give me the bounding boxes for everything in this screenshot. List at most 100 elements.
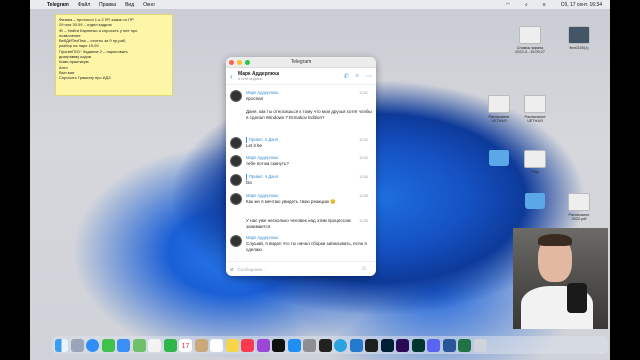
message-time: 12:56	[359, 219, 368, 223]
podcasts-icon[interactable]	[256, 338, 270, 352]
desktop-file-screenshot[interactable]: Снимок экрана 2022-0...15.09.27	[513, 26, 547, 54]
contacts-icon[interactable]	[194, 338, 208, 352]
mail-icon[interactable]	[117, 338, 130, 352]
desktop-file-schedule[interactable]: Расписание ЧЁТНАЯ	[518, 95, 552, 123]
menu-view[interactable]: Вид	[125, 2, 134, 8]
message-time: 12:55	[359, 194, 368, 198]
phone-icon[interactable]: ✆	[344, 73, 349, 80]
desktop-file-play[interactable]: Play	[518, 150, 552, 174]
desktop-folder[interactable]	[482, 150, 516, 168]
discord-icon[interactable]	[427, 338, 440, 352]
desktop-file-schedule[interactable]: Расписание ЧЕТНАЯ	[482, 95, 516, 123]
avatar[interactable]	[230, 137, 242, 149]
attach-icon[interactable]: ⌀	[230, 266, 234, 273]
reminders-icon[interactable]	[210, 338, 223, 352]
message[interactable]: Привет, я Даня Da 12:54	[230, 174, 372, 186]
desktop-icon-label: Расписание 2022.pdf	[568, 213, 590, 221]
menu-app-name[interactable]: Telegram	[47, 2, 69, 8]
vscode-icon[interactable]	[349, 338, 363, 352]
app-store-icon[interactable]	[287, 338, 301, 352]
desktop-icon-label: Расписание ЧЁТНАЯ	[524, 115, 546, 123]
finder-icon[interactable]	[55, 338, 68, 352]
message-text: Da	[246, 180, 252, 185]
avatar[interactable]	[230, 235, 242, 247]
chat-status: в сети недавно	[238, 77, 263, 81]
premiere-icon[interactable]	[396, 338, 409, 352]
message-time: 12:53	[359, 138, 368, 142]
excel-icon[interactable]	[458, 338, 471, 352]
calendar-icon[interactable]: 17	[179, 338, 192, 352]
window-titlebar[interactable]: Telegram	[226, 57, 376, 68]
search-icon[interactable]: ⌕	[525, 2, 528, 8]
photos-icon[interactable]	[148, 338, 161, 352]
terminal-icon[interactable]	[318, 338, 332, 352]
message-text: Слушай, я видел что ты начал сборки запи…	[246, 241, 367, 252]
pdf-file-icon	[568, 193, 590, 211]
message-input[interactable]: Сообщение...	[238, 267, 361, 272]
launchpad-icon[interactable]	[70, 338, 84, 352]
message-time: 12:51	[359, 91, 368, 95]
sticky-note[interactable]: Физика – протокол 1 и 2 ЛР, какие-то ПР …	[55, 14, 173, 96]
audition-icon[interactable]	[411, 338, 425, 352]
message[interactable]: Марк Аддерлюш проспал 12:51	[230, 90, 372, 102]
message[interactable]: Марк Аддерлюш тебе потом скинуть? 12:53	[230, 155, 372, 167]
image-file-icon	[568, 26, 590, 44]
folder-icon	[489, 150, 509, 166]
control-center-icon[interactable]: ≡	[543, 2, 546, 8]
tv-icon[interactable]	[272, 338, 285, 352]
avatar[interactable]	[230, 155, 242, 167]
menu-clock[interactable]: Сб, 17 сент. 16:34	[561, 2, 602, 8]
sticky-line: Спросить Гришину про ИДЗ	[59, 75, 111, 81]
message-text: проспал	[246, 96, 264, 101]
chat-header: ‹ Марк Аддерлюш в сети недавно ✆ ⌕ ⋯	[226, 68, 376, 85]
dock: 17	[52, 336, 608, 354]
more-icon[interactable]: ⋯	[366, 73, 372, 80]
maps-icon[interactable]	[132, 338, 146, 352]
document-icon	[488, 95, 510, 113]
folder-icon	[525, 193, 545, 209]
message[interactable]: Марк Аддерлюш Слушай, я видел что ты нач…	[230, 235, 372, 253]
search-icon[interactable]: ⌕	[356, 73, 359, 80]
music-icon[interactable]	[241, 338, 254, 352]
message[interactable]: Даня, как ты относишься к тому что мои д…	[230, 109, 372, 121]
message-time: 12:53	[359, 156, 368, 160]
message[interactable]: Привет, я Даня Let it be 12:53	[230, 137, 372, 149]
menu-file[interactable]: Файл	[78, 2, 90, 8]
avatar[interactable]	[230, 193, 242, 205]
window-title: Telegram	[290, 59, 312, 65]
message[interactable]: Марк Аддерлюш Как же я мечтаю увидеть тв…	[230, 193, 372, 205]
emoji-icon[interactable]: ☺	[361, 266, 367, 272]
message-text: Let it be	[246, 143, 263, 148]
messages-icon[interactable]	[101, 338, 115, 352]
desktop-icon-label: Снимок экрана 2022-0...15.09.27	[515, 46, 545, 54]
avatar[interactable]	[230, 174, 242, 186]
desktop-file-flex[interactable]: flex0150(1)	[562, 26, 596, 50]
message-text: Как же я мечтаю увидеть твою реакцию 😊	[246, 199, 336, 204]
message-text: У нас уже несколько человек над этим про…	[246, 218, 351, 229]
notes-icon[interactable]	[225, 338, 239, 352]
safari-icon[interactable]	[86, 338, 99, 352]
avatar[interactable]	[230, 90, 242, 102]
photoshop-icon[interactable]	[380, 338, 394, 352]
desktop-folder[interactable]	[518, 193, 552, 211]
word-icon[interactable]	[442, 338, 456, 352]
system-preferences-icon[interactable]	[303, 338, 316, 352]
back-icon[interactable]: ‹	[230, 72, 238, 81]
message-list[interactable]: Марк Аддерлюш проспал 12:51 Даня, как ты…	[226, 85, 376, 256]
microphone	[567, 283, 587, 313]
message[interactable]: У нас уже несколько человек над этим про…	[230, 218, 372, 230]
message-time: 12:53	[359, 110, 368, 114]
facetime-icon[interactable]	[163, 338, 177, 352]
document-icon	[524, 95, 546, 113]
wifi-icon[interactable]: ◠	[506, 2, 510, 8]
message-time: 12:54	[359, 175, 368, 179]
desktop-icon-label: Play	[531, 170, 539, 174]
menu-window[interactable]: Окно	[143, 2, 155, 8]
desktop-file-pdf[interactable]: Расписание 2022.pdf	[562, 193, 596, 221]
presenter-hair	[538, 234, 572, 246]
message-composer: ⌀ Сообщение... ☺	[226, 261, 376, 276]
telegram-icon[interactable]	[334, 338, 347, 352]
trash-icon[interactable]	[473, 338, 487, 352]
pycharm-icon[interactable]	[365, 338, 378, 352]
menu-edit[interactable]: Правка	[99, 2, 116, 8]
